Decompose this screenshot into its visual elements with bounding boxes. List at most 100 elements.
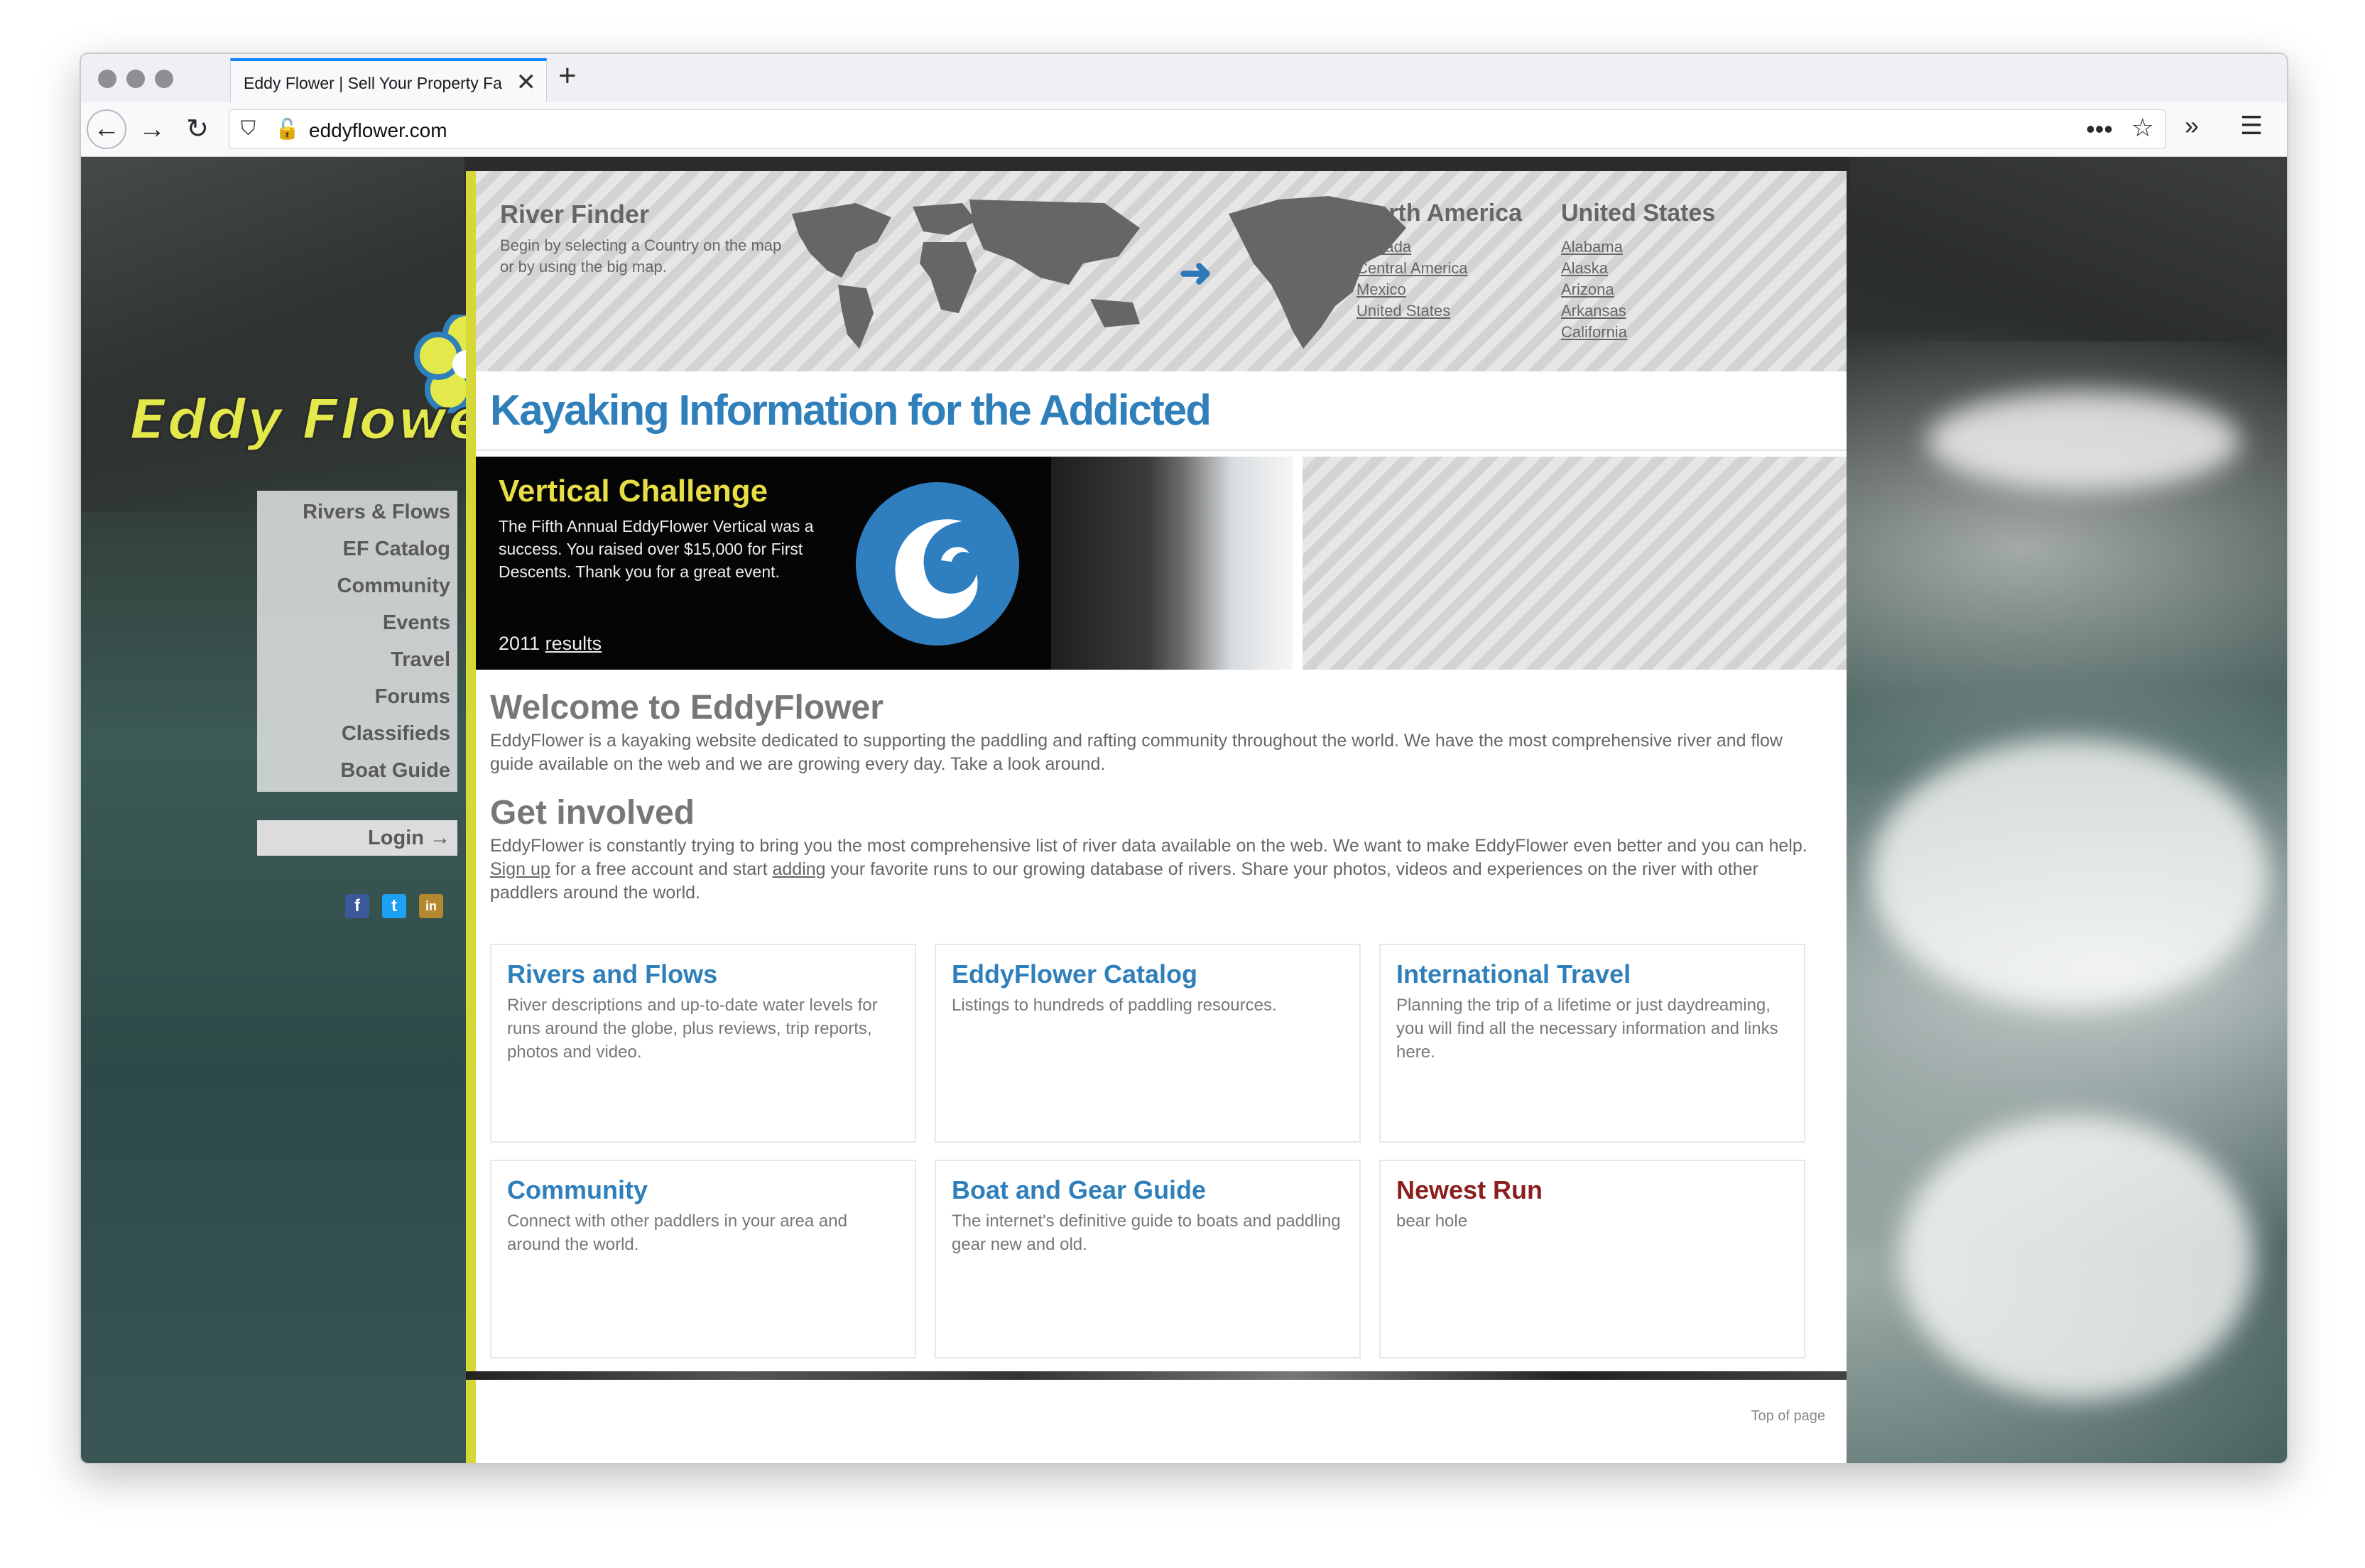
card-text: Planning the trip of a lifetime or just … — [1396, 996, 1778, 1062]
get-involved-text-1: EddyFlower is constantly trying to bring… — [490, 836, 1807, 856]
world-map[interactable] — [771, 185, 1168, 363]
arrow-right-icon: ➜ — [1179, 250, 1212, 295]
waterfall-photo — [1051, 457, 1293, 670]
sidebar-item-classifieds[interactable]: Classifieds — [342, 722, 450, 746]
card-text: The internet's definitive guide to boats… — [952, 1212, 1341, 1254]
continent-link[interactable]: Central America — [1357, 258, 1468, 279]
sidebar-item-travel[interactable]: Travel — [391, 648, 450, 672]
navigation-bar: ← → ↻ ⛉ 🔓 eddyflower.com ••• ☆ » ☰ — [81, 102, 2287, 157]
continent-link[interactable]: Canada — [1357, 236, 1468, 258]
card-title[interactable]: EddyFlower Catalog — [952, 959, 1197, 989]
card-boat-gear-guide[interactable]: Boat and Gear Guide The internet's defin… — [935, 1160, 1361, 1359]
adding-link[interactable]: adding — [772, 859, 825, 879]
river-finder-title: River Finder — [500, 200, 650, 229]
background-rocks — [1849, 157, 2287, 342]
state-link[interactable]: Alabama — [1561, 236, 1627, 258]
state-link[interactable]: Arkansas — [1561, 300, 1627, 322]
tab-active[interactable]: Eddy Flower | Sell Your Property Fa ✕ — [230, 58, 547, 102]
continent-list: Canada Central America Mexico United Sta… — [1357, 236, 1468, 322]
card-title[interactable]: Newest Run — [1396, 1175, 1543, 1205]
page-viewport: Eddy Flower Rivers & Flows EF Catalog Co… — [81, 157, 2287, 1463]
plus-icon[interactable]: + — [558, 58, 577, 94]
continent-link[interactable]: Mexico — [1357, 279, 1468, 300]
get-involved-text: EddyFlower is constantly trying to bring… — [490, 834, 1825, 905]
results-link[interactable]: results — [545, 633, 602, 654]
page-headline: Kayaking Information for the Addicted — [490, 386, 1212, 434]
ad-placeholder — [1303, 457, 1847, 670]
sidebar-item-boat-guide[interactable]: Boat Guide — [340, 759, 450, 783]
login-button[interactable]: Login → — [257, 820, 457, 856]
accent-stripe — [466, 171, 476, 1463]
sidebar-item-rivers-flows[interactable]: Rivers & Flows — [303, 501, 450, 524]
card-newest-run[interactable]: Newest Run bear hole — [1379, 1160, 1805, 1359]
card-text: Listings to hundreds of paddling resourc… — [952, 996, 1277, 1015]
get-involved-text-2: for a free account and start — [555, 859, 768, 879]
state-link[interactable]: Alaska — [1561, 258, 1627, 279]
url-bar[interactable]: ⛉ 🔓 eddyflower.com ••• ☆ — [229, 109, 2166, 149]
back-icon[interactable]: ← — [87, 109, 126, 149]
continent-title: North America — [1357, 200, 1523, 227]
background-foam — [1871, 739, 2268, 1009]
card-title[interactable]: International Travel — [1396, 959, 1631, 989]
continent-link[interactable]: United States — [1357, 300, 1468, 322]
background-foam — [1928, 391, 2240, 491]
signup-link[interactable]: Sign up — [490, 859, 550, 879]
svg-text:Eddy Flower: Eddy Flower — [129, 388, 516, 452]
minimize-window-dot[interactable] — [126, 70, 145, 88]
card-title[interactable]: Rivers and Flows — [507, 959, 717, 989]
get-involved-title: Get involved — [490, 794, 695, 832]
banner-text: The Fifth Annual EddyFlower Vertical was… — [499, 517, 814, 581]
newest-run-link[interactable]: bear hole — [1396, 1209, 1794, 1233]
facebook-icon[interactable]: f — [345, 894, 369, 918]
login-label: Login → — [368, 827, 450, 849]
reload-icon[interactable]: ↻ — [178, 109, 217, 149]
sidebar-item-community[interactable]: Community — [337, 575, 451, 598]
top-of-page-link[interactable]: Top of page — [1751, 1408, 1825, 1425]
close-window-dot[interactable] — [98, 70, 116, 88]
banner-results: 2011 results — [499, 633, 602, 655]
browser-window: Eddy Flower | Sell Your Property Fa ✕ + … — [80, 53, 2288, 1464]
welcome-text: EddyFlower is a kayaking website dedicat… — [490, 731, 1783, 774]
river-finder-description: Begin by selecting a Country on the map … — [500, 236, 782, 276]
shield-icon[interactable]: ⛉ — [241, 117, 256, 141]
overflow-icon[interactable]: » — [2185, 111, 2199, 141]
sidebar-nav: Rivers & Flows EF Catalog Community Even… — [257, 491, 457, 792]
welcome-title: Welcome to EddyFlower — [490, 689, 884, 726]
more-icon[interactable]: ••• — [2086, 114, 2113, 144]
menu-icon[interactable]: ☰ — [2240, 111, 2263, 141]
forward-icon[interactable]: → — [132, 109, 172, 149]
sidebar-item-ef-catalog[interactable]: EF Catalog — [343, 538, 450, 561]
wave-logo-icon — [856, 482, 1019, 646]
card-catalog[interactable]: EddyFlower Catalog Listings to hundreds … — [935, 944, 1361, 1143]
url-text[interactable]: eddyflower.com — [309, 119, 447, 142]
twitter-icon[interactable]: t — [382, 894, 406, 918]
tab-bar: Eddy Flower | Sell Your Property Fa ✕ + — [81, 54, 2287, 103]
country-title: United States — [1561, 200, 1716, 227]
card-title[interactable]: Community — [507, 1175, 648, 1205]
sidebar-item-events[interactable]: Events — [383, 611, 450, 635]
vertical-challenge-banner[interactable]: Vertical Challenge The Fifth Annual Eddy… — [476, 457, 1293, 670]
main-page: River Finder Begin by selecting a Countr… — [466, 171, 1847, 1463]
footer-divider — [466, 1371, 1847, 1380]
card-text: Connect with other paddlers in your area… — [507, 1212, 847, 1254]
close-icon[interactable]: ✕ — [516, 68, 537, 97]
banner-title: Vertical Challenge — [499, 474, 768, 508]
state-list: Alabama Alaska Arizona Arkansas Californ… — [1561, 236, 1627, 364]
star-icon[interactable]: ☆ — [2131, 113, 2154, 143]
linkedin-icon[interactable]: in — [419, 894, 443, 918]
sidebar-item-forums[interactable]: Forums — [375, 685, 450, 709]
state-link[interactable]: Arizona — [1561, 279, 1627, 300]
results-year: 2011 — [499, 633, 540, 654]
card-title[interactable]: Boat and Gear Guide — [952, 1175, 1206, 1205]
tab-title: Eddy Flower | Sell Your Property Fa — [244, 74, 502, 92]
card-community[interactable]: Community Connect with other paddlers in… — [490, 1160, 916, 1359]
state-link[interactable]: California — [1561, 322, 1627, 343]
insecure-lock-icon[interactable]: 🔓 — [275, 117, 300, 141]
card-international-travel[interactable]: International Travel Planning the trip o… — [1379, 944, 1805, 1143]
background-foam — [1899, 1116, 2254, 1400]
card-rivers-and-flows[interactable]: Rivers and Flows River descriptions and … — [490, 944, 916, 1143]
card-text: River descriptions and up-to-date water … — [507, 996, 878, 1062]
river-finder: River Finder Begin by selecting a Countr… — [476, 171, 1847, 371]
maximize-window-dot[interactable] — [155, 70, 173, 88]
divider — [476, 450, 1847, 451]
